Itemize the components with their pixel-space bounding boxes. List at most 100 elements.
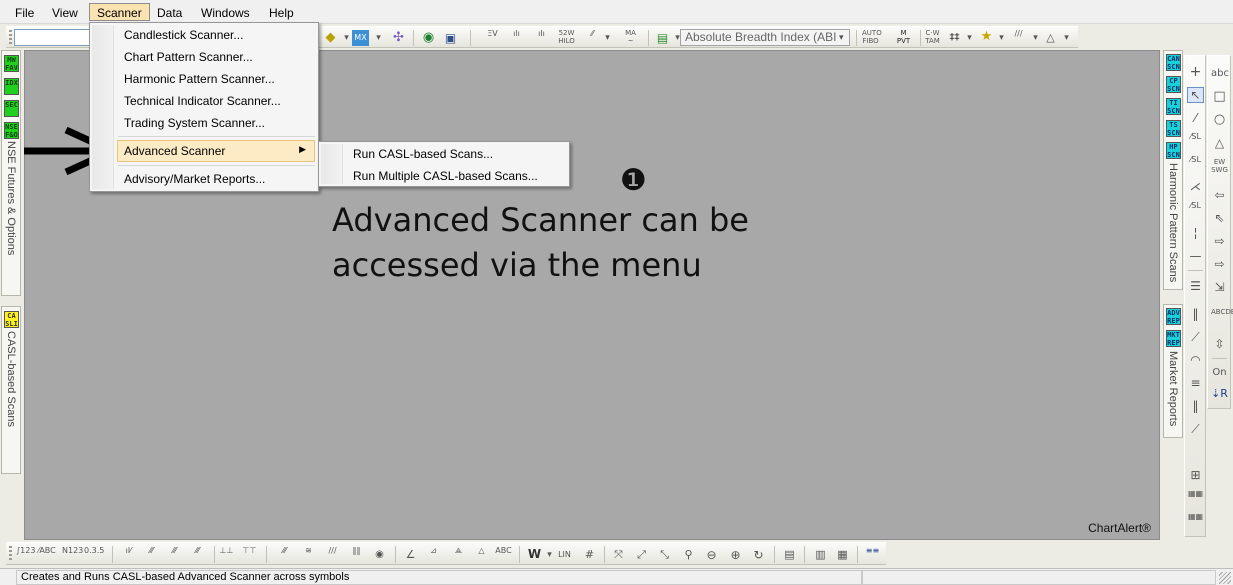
indicator-select[interactable]: Absolute Breadth Index (ABI: [680, 29, 850, 46]
text-tool-icon[interactable]: abc: [1211, 66, 1229, 82]
channel-lines-icon[interactable]: ///: [324, 547, 341, 563]
zoom-in-icon[interactable]: ⊕: [727, 547, 744, 563]
andrews-icon[interactable]: ≋: [300, 547, 317, 563]
zoom-out-icon[interactable]: ⊖: [703, 547, 720, 563]
advisory-reports-item[interactable]: Advisory/Market Reports...: [124, 172, 265, 186]
toolbar-grip[interactable]: [9, 30, 12, 45]
diamond-icon[interactable]: ◆: [322, 30, 339, 46]
pointer-tool-icon[interactable]: ↖: [1187, 87, 1204, 103]
menu-file[interactable]: File: [8, 4, 41, 22]
on-toggle-icon[interactable]: On: [1211, 365, 1228, 381]
abcde-pattern-icon[interactable]: ABCDE: [1211, 308, 1233, 324]
parallel-lines-icon[interactable]: ☰: [1187, 278, 1204, 294]
menu-data[interactable]: Data: [150, 4, 189, 22]
can-scn-badge[interactable]: CAN SCN: [1166, 54, 1181, 71]
dropdown-arrow-icon[interactable]: ▾: [1058, 30, 1075, 46]
ma-icon[interactable]: MA ~: [622, 29, 639, 45]
vertical-line-icon[interactable]: ¦: [1187, 225, 1204, 241]
pattern-grid-2-icon[interactable]: ▦▦: [1187, 513, 1204, 529]
sl-line-icon[interactable]: ⁄SL: [1187, 133, 1204, 149]
wave-abc-icon[interactable]: ⁄ABC: [38, 547, 56, 563]
ti-scn-badge[interactable]: TI SCN: [1166, 98, 1181, 115]
chart-pattern-scanner-item[interactable]: Chart Pattern Scanner...: [124, 50, 253, 64]
advanced-scanner-item[interactable]: Advanced Scanner ▶: [117, 140, 315, 162]
mkt-rep-badge[interactable]: MKT REP: [1166, 330, 1181, 347]
cycle-circle-icon[interactable]: ◉: [371, 547, 388, 563]
resize-grip-icon[interactable]: [1219, 572, 1231, 584]
dropdown-arrow-icon[interactable]: ▾: [599, 30, 616, 46]
harmonic-3-icon[interactable]: ⁄⁄⁄: [166, 547, 183, 563]
run-casl-scans-item[interactable]: Run CASL-based Scans...: [353, 147, 493, 161]
right-arrow-2-tool-icon[interactable]: ⇨: [1211, 256, 1228, 272]
idx-badge[interactable]: IDX: [4, 78, 19, 95]
wave-123-icon[interactable]: ∫123: [16, 547, 35, 563]
polyline-icon[interactable]: ⋌: [1187, 179, 1204, 195]
print-icon[interactable]: ▦: [834, 547, 851, 563]
arc-icon[interactable]: ◠: [1187, 352, 1204, 368]
symbol-input[interactable]: [14, 29, 94, 46]
fib-levels-icon[interactable]: ≡: [1187, 375, 1204, 391]
harmonic-2-icon[interactable]: ⁄⁄⁄: [143, 547, 160, 563]
refresh-icon[interactable]: ↻: [750, 547, 767, 563]
dropdown-arrow-icon[interactable]: ▾: [993, 30, 1010, 46]
dropdown-arrow-icon[interactable]: ▾: [370, 30, 387, 46]
ellipse-tool-icon[interactable]: ○: [1211, 112, 1228, 128]
crosshair-icon[interactable]: +: [1187, 64, 1204, 80]
technical-indicator-scanner-item[interactable]: Technical Indicator Scanner...: [124, 94, 281, 108]
ca-sli-badge[interactable]: CA SLI: [4, 311, 19, 328]
nse-futures-tab[interactable]: MW FAV IDX SEC NSE F&O NSE Futures & Opt…: [1, 50, 21, 296]
fan-lines-icon[interactable]: ⟋: [1187, 329, 1204, 345]
gann-fan-icon[interactable]: ⟋: [1187, 421, 1204, 437]
report-icon[interactable]: ▤: [781, 547, 798, 563]
cow-tam-icon[interactable]: C·W TAM: [924, 29, 941, 45]
market-reports-tab[interactable]: ADV REP MKT REP Market Reports: [1163, 304, 1183, 438]
window-icon[interactable]: ▣: [442, 30, 459, 46]
turn-arrow-tool-icon[interactable]: ⇲: [1211, 279, 1228, 295]
menu-scanner[interactable]: Scanner: [89, 3, 150, 21]
right-arrow-tool-icon[interactable]: ⇨: [1211, 233, 1228, 249]
expand-icon[interactable]: ⤢: [633, 547, 650, 563]
globe-icon[interactable]: ◉: [420, 30, 437, 46]
toolbar-grip[interactable]: [9, 546, 12, 562]
time-zones-icon[interactable]: ‖: [1187, 398, 1204, 414]
waves-icon[interactable]: ///: [1010, 30, 1027, 46]
hp-scn-badge[interactable]: HP SCN: [1166, 142, 1181, 159]
speed-lines-icon[interactable]: ⁄⁄⁄: [276, 547, 293, 563]
angle-tool-icon[interactable]: ∠: [402, 547, 419, 563]
cp-scn-badge[interactable]: CP SCN: [1166, 76, 1181, 93]
gann-box-icon[interactable]: ⟁: [450, 547, 467, 563]
cycle-1-icon[interactable]: ⊥⊥: [218, 547, 235, 563]
price-bars-icon[interactable]: ıΙı: [533, 30, 550, 46]
sec-badge[interactable]: SEC: [4, 100, 19, 117]
up-left-arrow-tool-icon[interactable]: ⇖: [1211, 210, 1228, 226]
left-arrow-tool-icon[interactable]: ⇦: [1211, 187, 1228, 203]
mx-icon[interactable]: MX: [352, 30, 369, 46]
reset-tool-icon[interactable]: ⇣R: [1211, 386, 1228, 402]
horizontal-line-icon[interactable]: —: [1187, 248, 1204, 264]
candlestick-scanner-item[interactable]: Candlestick Scanner...: [124, 28, 243, 42]
ts-scn-badge[interactable]: TS SCN: [1166, 120, 1181, 137]
casl-scans-tab[interactable]: CA SLI CASL-based Scans: [1, 306, 21, 474]
menu-view[interactable]: View: [45, 4, 85, 22]
mw-fav-badge[interactable]: MW FAV: [4, 55, 19, 72]
run-multiple-casl-scans-item[interactable]: Run Multiple CASL-based Scans...: [353, 169, 538, 183]
marker-tool-icon[interactable]: ⇳: [1211, 336, 1228, 352]
vertical-bars-icon[interactable]: ‖: [1187, 306, 1204, 322]
fit-icon[interactable]: ⤧: [610, 547, 627, 563]
ev-chart-icon[interactable]: ΞV: [484, 30, 501, 46]
rectangle-tool-icon[interactable]: □: [1211, 89, 1228, 105]
pattern-abc-icon[interactable]: △: [473, 547, 490, 563]
dropdown-arrow-icon[interactable]: ▾: [961, 30, 978, 46]
grid-toggle-icon[interactable]: #: [581, 547, 598, 563]
menu-windows[interactable]: Windows: [194, 4, 257, 22]
print-preview-icon[interactable]: ▥: [812, 547, 829, 563]
m-pvt-icon[interactable]: M PVT: [895, 29, 912, 45]
menu-help[interactable]: Help: [262, 4, 301, 22]
abc-wave-icon[interactable]: ABC: [495, 547, 512, 563]
bars-lines-icon[interactable]: ‖‖: [348, 547, 365, 563]
harmonic-pattern-scanner-item[interactable]: Harmonic Pattern Scanner...: [124, 72, 275, 86]
52w-hilo-icon[interactable]: 52W HILO: [558, 29, 575, 45]
grid-icon[interactable]: ⊞: [1187, 467, 1204, 483]
line-tool-icon[interactable]: ⁄: [1187, 110, 1204, 126]
puzzle-icon[interactable]: ✣: [390, 30, 407, 46]
